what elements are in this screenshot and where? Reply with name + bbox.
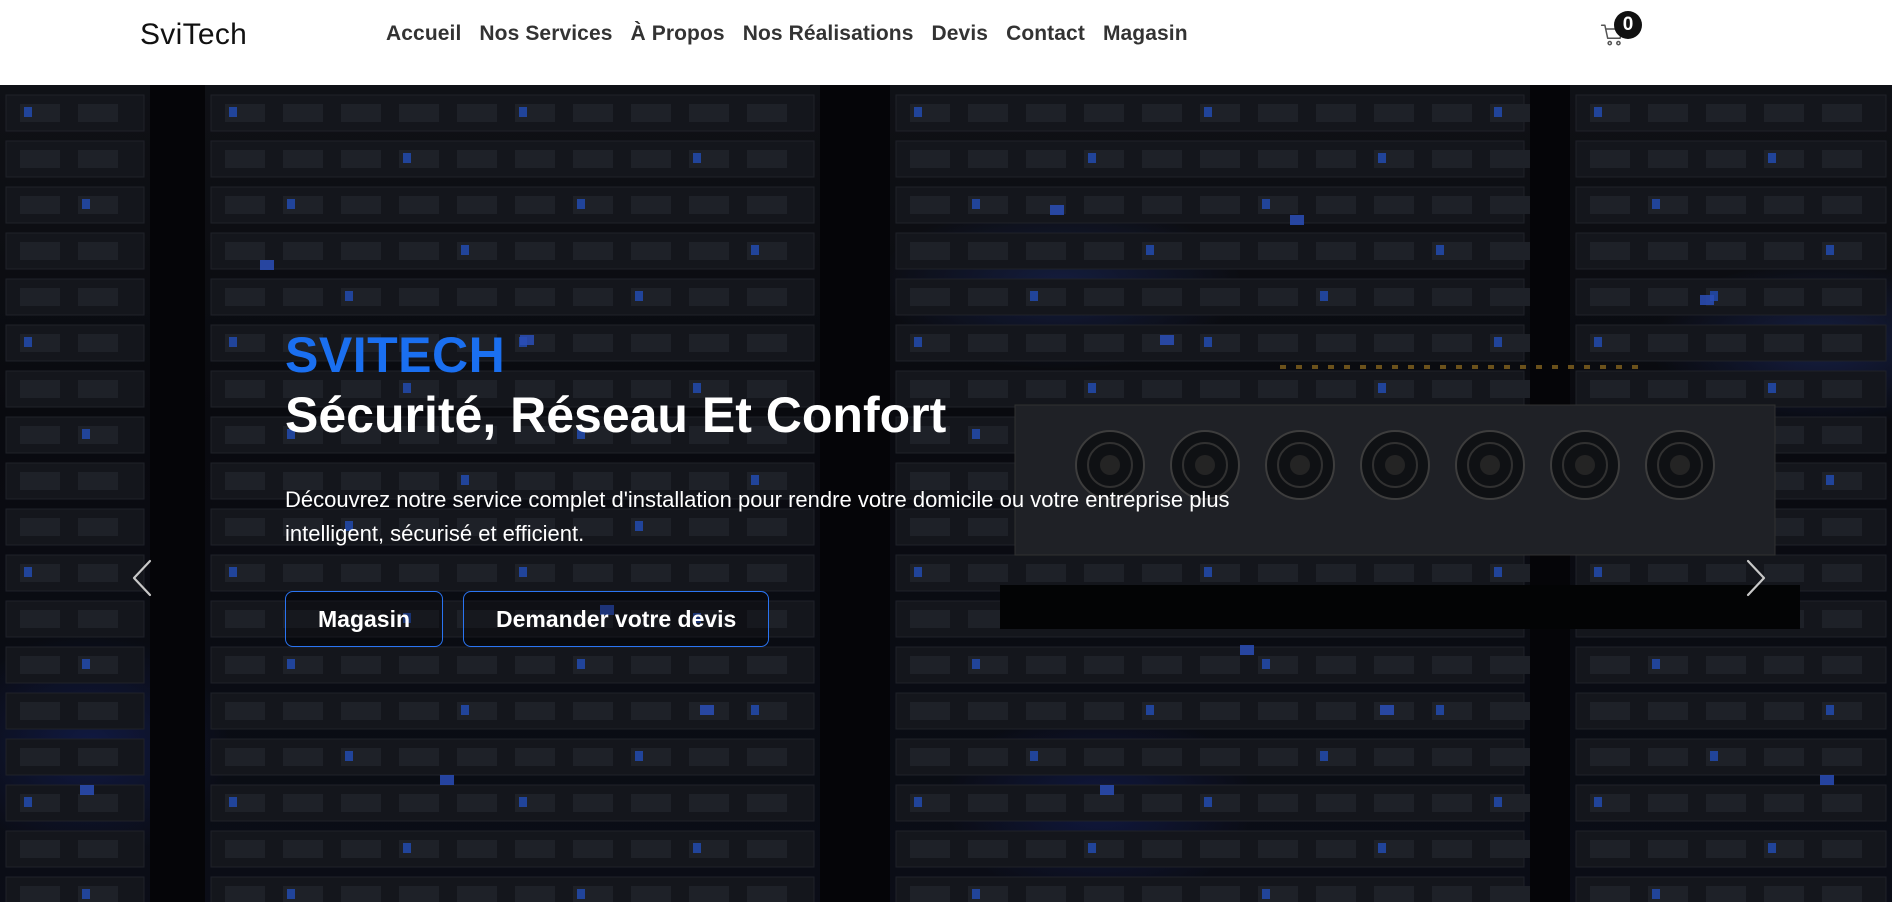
- hero-caption: SVITECH Sécurité, Réseau Et Confort Déco…: [285, 327, 1265, 647]
- chevron-right-icon: [1746, 559, 1766, 597]
- navbar: SviTech Accueil Nos Services À Propos No…: [0, 0, 1892, 85]
- nav-link-contact[interactable]: Contact: [1006, 22, 1085, 45]
- request-quote-button[interactable]: Demander votre devis: [463, 591, 770, 647]
- hero-kicker: SVITECH: [285, 327, 506, 383]
- nav-item: Devis: [932, 22, 989, 46]
- hero-carousel: SVITECH Sécurité, Réseau Et Confort Déco…: [0, 85, 1892, 902]
- nav-item: Nos Réalisations: [743, 22, 914, 46]
- nav-item: Magasin: [1103, 22, 1188, 46]
- hero-actions: Magasin Demander votre devis: [285, 591, 1265, 647]
- nav-link-realisations[interactable]: Nos Réalisations: [743, 22, 914, 45]
- shop-button[interactable]: Magasin: [285, 591, 444, 647]
- nav-item: Contact: [1006, 22, 1085, 46]
- nav-link-accueil[interactable]: Accueil: [386, 22, 461, 45]
- chevron-left-icon: [132, 559, 152, 597]
- carousel-prev-button[interactable]: [122, 555, 162, 601]
- nav-link-services[interactable]: Nos Services: [479, 22, 612, 45]
- brand-logo[interactable]: SviTech: [140, 18, 247, 52]
- cart-count-badge: 0: [1614, 11, 1642, 39]
- hero-headline: Sécurité, Réseau Et Confort: [285, 387, 947, 443]
- carousel-next-button[interactable]: [1736, 555, 1776, 601]
- nav-item: Nos Services: [479, 22, 612, 46]
- hero-description: Découvrez notre service complet d'instal…: [285, 487, 1230, 546]
- nav-link-magasin[interactable]: Magasin: [1103, 22, 1188, 45]
- nav-link-a-propos[interactable]: À Propos: [631, 22, 725, 45]
- nav-item: Accueil: [386, 22, 461, 46]
- nav-menu: Accueil Nos Services À Propos Nos Réalis…: [386, 22, 1188, 46]
- nav-item: À Propos: [631, 22, 725, 46]
- nav-link-devis[interactable]: Devis: [932, 22, 989, 45]
